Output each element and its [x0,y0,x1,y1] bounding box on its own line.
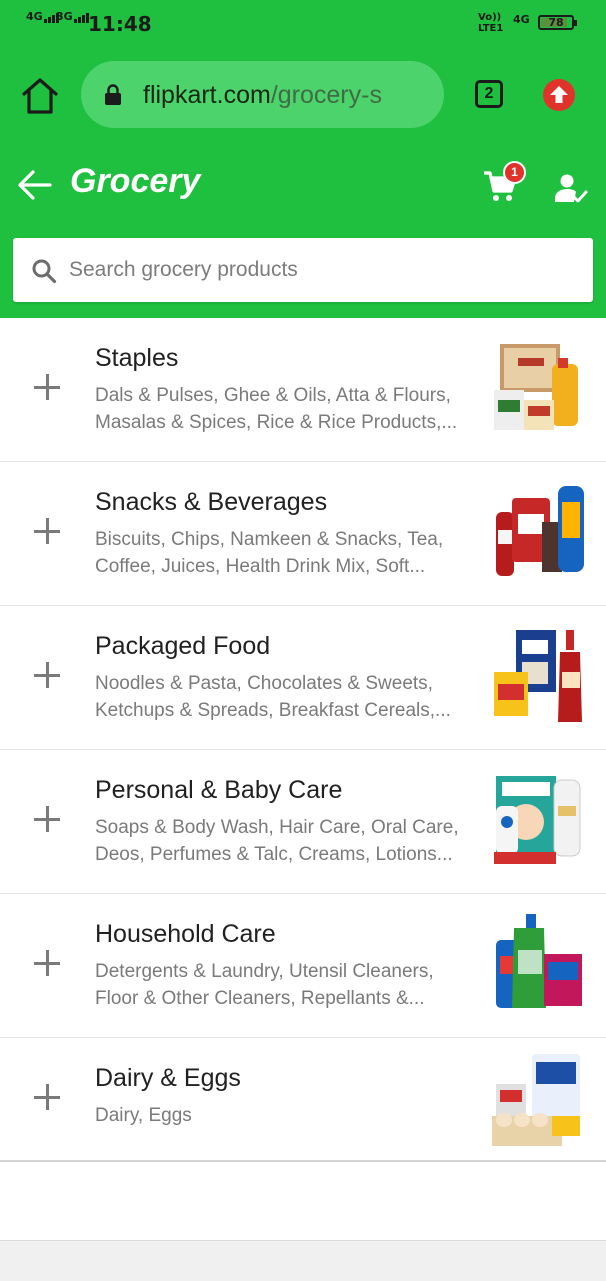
category-row-packaged-food[interactable]: Packaged Food Noodles & Pasta, Chocolate… [0,606,606,750]
category-row-staples[interactable]: Staples Dals & Pulses, Ghee & Oils, Atta… [0,318,606,462]
signal-2-label: 3G [56,10,73,23]
subtitle-line: Detergents & Laundry, Utensil Cleaners, [95,961,434,982]
household-care-product-image [496,914,582,1008]
volte-top-label: Vo)) [478,12,502,23]
category-subtitle: Dairy, Eggs [95,1102,467,1129]
category-title: Packaged Food [95,632,271,660]
plus-icon[interactable] [34,374,60,400]
staples-product-image [494,344,578,430]
search-input[interactable] [69,250,569,290]
plus-icon[interactable] [34,518,60,544]
account-button[interactable] [553,172,589,206]
status-bar: 4G 3G 11:48 Vo)) LTE1 4G 78 [0,0,606,46]
category-title: Personal & Baby Care [95,776,343,804]
personal-care-product-image [494,776,581,864]
clock: 11:48 [88,12,152,36]
network-indicator: 4G [513,13,530,26]
subtitle-line: Masalas & Spices, Rice & Rice Products,.… [95,412,458,433]
back-arrow-icon [18,170,52,200]
search-icon [32,259,57,284]
snacks-product-image [496,486,584,576]
dairy-eggs-product-image [492,1054,580,1146]
account-icon [555,174,588,203]
category-subtitle: Soaps & Body Wash, Hair Care, Oral Care,… [95,814,467,868]
plus-icon[interactable] [34,950,60,976]
category-row-snacks-beverages[interactable]: Snacks & Beverages Biscuits, Chips, Namk… [0,462,606,606]
subtitle-line: Soaps & Body Wash, Hair Care, Oral Care, [95,817,459,838]
category-subtitle: Detergents & Laundry, Utensil Cleaners, … [95,958,467,1012]
search-bar[interactable] [13,238,593,302]
url-text: flipkart.com/grocery-s [143,81,382,110]
subtitle-line: Coffee, Juices, Health Drink Mix, Soft..… [95,556,426,577]
url-path: /grocery-s [270,81,382,109]
subtitle-line: Noodles & Pasta, Chocolates & Sweets, [95,673,433,694]
lock-icon [105,84,121,105]
subtitle-line: Ketchups & Spreads, Breakfast Cereals,..… [95,700,451,721]
home-icon [22,78,58,114]
app-header: Grocery 1 [0,142,606,318]
category-subtitle: Noodles & Pasta, Chocolates & Sweets, Ke… [95,670,467,724]
subtitle-line: Floor & Other Cleaners, Repellants &... [95,988,425,1009]
category-title: Dairy & Eggs [95,1064,241,1092]
browser-toolbar: flipkart.com/grocery-s 2 [0,46,606,142]
battery-level: 78 [548,16,564,29]
subtitle-line: Dairy, Eggs [95,1105,192,1126]
tab-switcher-button[interactable]: 2 [475,80,503,108]
category-subtitle: Dals & Pulses, Ghee & Oils, Atta & Flour… [95,382,467,436]
packaged-food-product-image [494,630,582,722]
home-button[interactable] [18,76,62,116]
page-title: Grocery [70,162,201,200]
update-button[interactable] [543,79,575,111]
category-row-personal-baby-care[interactable]: Personal & Baby Care Soaps & Body Wash, … [0,750,606,894]
battery-icon: 78 [538,15,577,30]
subtitle-line: Dals & Pulses, Ghee & Oils, Atta & Flour… [95,385,451,406]
cart-count-badge: 1 [503,161,526,184]
plus-icon[interactable] [34,806,60,832]
arrow-up-icon [550,86,568,103]
url-host: flipkart.com [143,81,271,109]
subtitle-line: Biscuits, Chips, Namkeen & Snacks, Tea, [95,529,444,550]
category-subtitle: Biscuits, Chips, Namkeen & Snacks, Tea, … [95,526,467,580]
category-row-household-care[interactable]: Household Care Detergents & Laundry, Ute… [0,894,606,1038]
signal-1-label: 4G [26,10,43,23]
signal-4g-indicator: 4G [26,10,60,23]
plus-icon[interactable] [34,1084,60,1110]
category-title: Household Care [95,920,276,948]
volte-bottom-label: LTE1 [478,23,504,34]
bottom-spacer [0,1240,606,1281]
signal-3g-indicator: 3G [56,10,90,23]
url-bar[interactable]: flipkart.com/grocery-s [81,61,444,128]
category-title: Snacks & Beverages [95,488,328,516]
plus-icon[interactable] [34,662,60,688]
subtitle-line: Deos, Perfumes & Talc, Creams, Lotions..… [95,844,453,865]
volte-indicator: Vo)) LTE1 [478,12,503,34]
category-title: Staples [95,344,179,372]
category-row-dairy-eggs[interactable]: Dairy & Eggs Dairy, Eggs [0,1038,606,1162]
back-button[interactable] [16,168,54,202]
category-list: Staples Dals & Pulses, Ghee & Oils, Atta… [0,318,606,1162]
